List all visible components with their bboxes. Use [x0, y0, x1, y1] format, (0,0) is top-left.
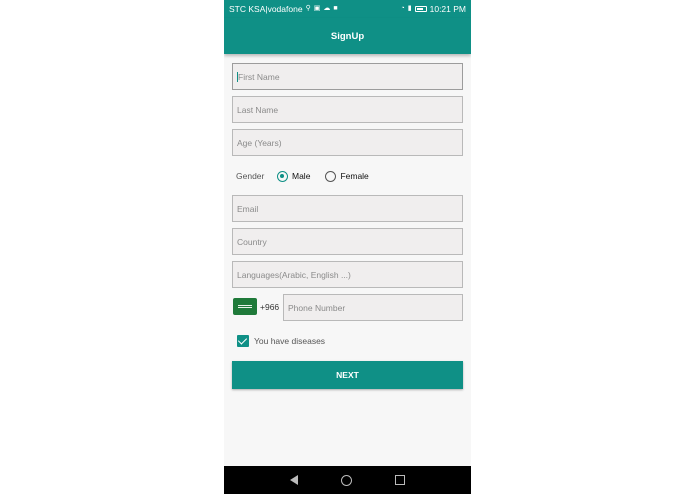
female-label: Female [340, 171, 369, 181]
status-bar: STC KSA|vodafone ⚲ ▣ ☁ ■ ◔ ▮ 10:21 PM [224, 0, 471, 18]
age-field[interactable]: Age (Years) [232, 129, 463, 156]
languages-field[interactable]: Languages(Arabic, English ...) [232, 261, 463, 288]
recent-apps-icon[interactable] [394, 475, 405, 485]
phone-number-field[interactable]: Phone Number [283, 294, 463, 321]
signal-icon: ▮ [407, 5, 412, 12]
battery-icon [414, 6, 427, 12]
next-button[interactable]: NEXT [232, 361, 463, 389]
next-button-label: NEXT [336, 370, 359, 380]
country-placeholder: Country [237, 236, 267, 247]
first-name-field[interactable]: First Name [232, 63, 463, 90]
home-icon[interactable] [340, 474, 352, 486]
gender-row: Gender Male Female [236, 166, 466, 186]
phone-screen: STC KSA|vodafone ⚲ ▣ ☁ ■ ◔ ▮ 10:21 PM Si… [224, 0, 471, 494]
back-icon[interactable] [290, 475, 299, 485]
country-field[interactable]: Country [232, 228, 463, 255]
diseases-checkbox-row[interactable]: You have diseases [237, 334, 325, 348]
diseases-label: You have diseases [254, 336, 326, 346]
saudi-flag-icon[interactable] [233, 298, 257, 315]
gender-male-option[interactable]: Male [277, 170, 311, 182]
last-name-placeholder: Last Name [237, 104, 279, 115]
male-label: Male [292, 171, 311, 181]
gender-female-option[interactable]: Female [325, 170, 369, 182]
cloud-icon: ☁ [323, 5, 331, 12]
dial-code[interactable]: +966 [260, 302, 279, 312]
languages-placeholder: Languages(Arabic, English ...) [237, 269, 351, 280]
gender-label: Gender [236, 171, 265, 181]
wifi-icon: ◔ [400, 5, 405, 12]
app-bar: SignUp [224, 18, 471, 54]
female-radio[interactable] [325, 170, 337, 182]
first-name-placeholder: First Name [238, 71, 280, 82]
male-radio[interactable] [277, 170, 288, 182]
age-placeholder: Age (Years) [237, 137, 282, 148]
facebook-icon: ■ [333, 5, 338, 12]
usb-icon: ⚲ [305, 5, 311, 12]
page-title: SignUp [330, 30, 365, 42]
carrier-text: STC KSA|vodafone [229, 4, 303, 14]
diseases-checkbox[interactable] [237, 335, 249, 347]
last-name-field[interactable]: Last Name [232, 96, 463, 123]
email-placeholder: Email [237, 203, 259, 214]
phone-placeholder: Phone Number [288, 302, 346, 313]
clock-text: 10:21 PM [429, 4, 466, 14]
image-icon: ▣ [313, 5, 321, 12]
navigation-bar [224, 466, 471, 494]
email-field[interactable]: Email [232, 195, 463, 222]
